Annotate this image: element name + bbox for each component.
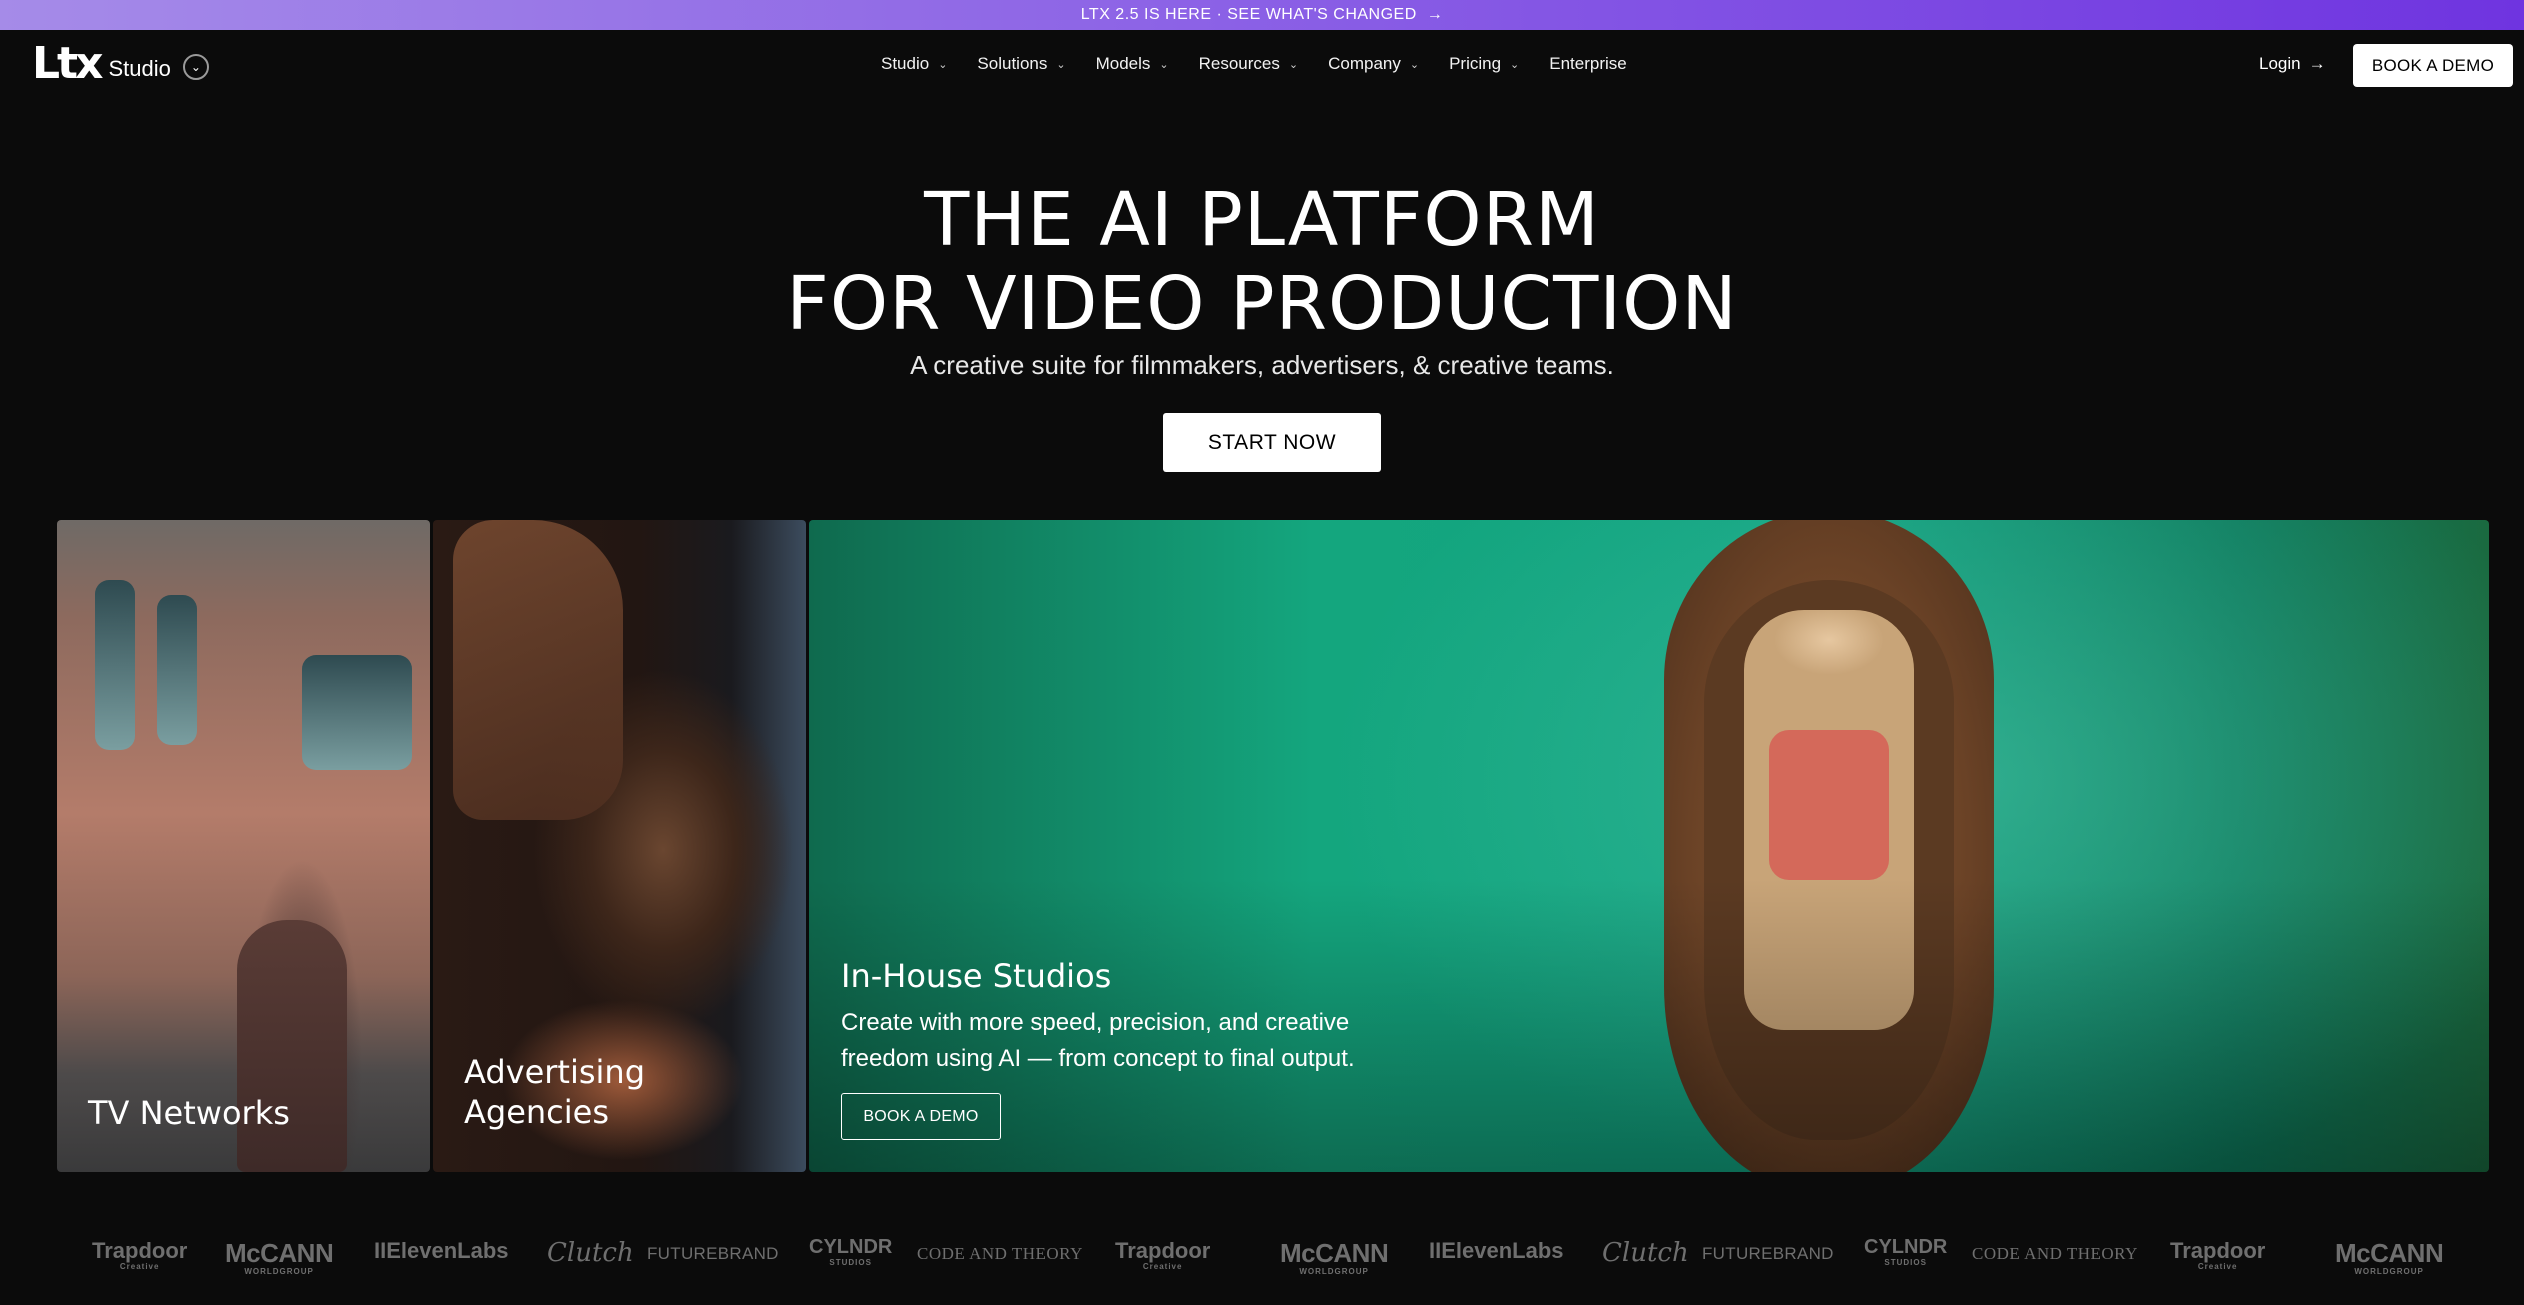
client-logo-name: IIElevenLabs [1429, 1238, 1564, 1263]
in-house-studios-description: Create with more speed, precision, and c… [841, 1009, 1355, 1072]
ad-label-line-2: Agencies [464, 1093, 610, 1131]
arrow-right-icon: → [1426, 6, 1444, 23]
client-logo-iielevenlabs: IIElevenLabs [1429, 1238, 1564, 1264]
announcement-banner[interactable]: LTX 2.5 IS HERE · SEE WHAT'S CHANGED → [0, 0, 2524, 30]
train-window-image [302, 655, 412, 770]
chevron-down-icon: ⌄ [1409, 58, 1420, 71]
client-logo-mccann: McCANN WORLDGROUP [225, 1238, 334, 1276]
menu-item-label: Studio [881, 54, 930, 73]
chevron-down-icon: ⌄ [1510, 58, 1520, 71]
in-house-studios-card[interactable]: In-House Studios Create with more speed,… [809, 520, 2489, 1172]
menu-item-resources[interactable]: Resources ⌄ [1199, 54, 1298, 74]
client-logo-trapdoor: Trapdoor Creative [2170, 1238, 2265, 1271]
hero-subtitle: A creative suite for filmmakers, adverti… [910, 350, 1614, 380]
tv-networks-card[interactable]: TV Networks [57, 520, 430, 1172]
menu-item-label: Models [1095, 54, 1151, 73]
client-logo-name: McCANN [2335, 1238, 2444, 1268]
client-logo-name: Clutch [547, 1238, 634, 1268]
client-logo-name: Trapdoor [92, 1238, 188, 1263]
client-logo-mccann: McCANN WORLDGROUP [2335, 1238, 2444, 1276]
ltx-logo-mark: Ltx [32, 38, 103, 89]
hero-title: THE AI PLATFORM FOR VIDEO PRODUCTION [0, 178, 2524, 346]
chevron-down-icon: ⌄ [938, 58, 948, 71]
book-demo-card-button[interactable]: BOOK A DEMO [841, 1093, 1001, 1140]
client-logo-code-and-theory: CODE AND THEORY [1972, 1244, 2138, 1264]
hero-title-line-1: THE AI PLATFORM [924, 177, 1600, 263]
client-logo-futurebrand: FUTUREBRAND [1702, 1244, 1834, 1264]
book-demo-button[interactable]: BOOK A DEMO [2353, 44, 2513, 87]
client-logo-trapdoor: Trapdoor Creative [1115, 1238, 1210, 1271]
client-logo-name: Trapdoor [2170, 1238, 2266, 1263]
chevron-down-icon: ⌄ [1288, 58, 1299, 71]
studio-label: Studio [108, 56, 171, 81]
tv-networks-label: TV Networks [88, 1094, 290, 1132]
menu-item-pricing[interactable]: Pricing ⌄ [1449, 54, 1519, 74]
client-logo-subtitle: Creative [119, 1262, 160, 1271]
in-house-studios-title: In-House Studios [841, 957, 1112, 995]
client-logo-iielevenlabs: IIElevenLabs [374, 1238, 509, 1264]
client-logo-futurebrand: FUTUREBRAND [647, 1244, 779, 1264]
login-link[interactable]: Login → [2259, 54, 2326, 74]
client-logo-name: Trapdoor [1115, 1238, 1211, 1263]
client-logo-trapdoor: Trapdoor Creative [92, 1238, 187, 1271]
menu-item-company[interactable]: Company ⌄ [1328, 54, 1419, 74]
chevron-down-icon: ⌄ [1056, 58, 1066, 71]
client-logo-name: FUTUREBRAND [647, 1244, 779, 1263]
top-navigation: Ltx Studio ⌄ Studio ⌄ Solutions ⌄ Models… [0, 30, 2524, 100]
train-window-image [95, 580, 135, 750]
ad-label-line-1: Advertising [464, 1053, 646, 1091]
client-logo-name: McCANN [225, 1238, 334, 1268]
advertising-agencies-label: Advertising Agencies [464, 1052, 764, 1132]
advertising-agencies-card[interactable]: Advertising Agencies [433, 520, 806, 1172]
client-logo-name: CODE AND THEORY [917, 1244, 1083, 1263]
client-logo-cylndr: CYLNDR STUDIOS [809, 1237, 892, 1272]
client-logo-strip: Trapdoor Creative McCANN WORLDGROUP IIEleven… [0, 1230, 2524, 1280]
menu-item-enterprise[interactable]: Enterprise [1549, 54, 1626, 74]
menu-item-solutions[interactable]: Solutions ⌄ [977, 54, 1065, 74]
client-logo-subtitle: Creative [1142, 1262, 1183, 1271]
menu-item-studio[interactable]: Studio ⌄ [881, 54, 947, 74]
client-logo-subtitle: WORLDGROUP [1299, 1267, 1369, 1276]
menu-item-label: Enterprise [1549, 54, 1627, 73]
chevron-down-icon[interactable]: ⌄ [182, 54, 209, 80]
train-window-image [157, 595, 197, 745]
start-now-button[interactable]: START NOW [1163, 413, 1381, 472]
client-logo-clutch: Clutch [547, 1238, 634, 1268]
menu-item-label: Company [1328, 54, 1401, 73]
menu-item-label: Solutions [977, 54, 1048, 73]
client-logo-name: FUTUREBRAND [1702, 1244, 1834, 1263]
client-logo-name: McCANN [1280, 1238, 1389, 1268]
hand-over-face-image [453, 520, 623, 820]
client-logo-mccann: McCANN WORLDGROUP [1280, 1238, 1389, 1276]
login-label: Login [2259, 54, 2301, 73]
hero-title-line-2: FOR VIDEO PRODUCTION [786, 261, 1738, 347]
menu-item-models[interactable]: Models ⌄ [1096, 54, 1169, 74]
client-logo-cylndr: CYLNDR STUDIOS [1864, 1237, 1947, 1272]
client-logo-clutch: Clutch [1602, 1238, 1689, 1268]
menu-item-label: Resources [1198, 54, 1280, 73]
chevron-down-icon: ⌄ [1159, 58, 1169, 71]
arrow-right-icon: → [2308, 54, 2326, 73]
ltx-studio-logo[interactable]: Ltx Studio ⌄ [32, 38, 209, 89]
announcement-text: LTX 2.5 IS HERE · SEE WHAT'S CHANGED [1080, 6, 1417, 23]
client-logo-name: IIElevenLabs [374, 1238, 509, 1263]
client-logo-subtitle: WORLDGROUP [244, 1267, 314, 1276]
client-logo-code-and-theory: CODE AND THEORY [917, 1244, 1083, 1264]
client-logo-subtitle: Creative [2197, 1262, 2238, 1271]
client-logo-subtitle: WORLDGROUP [2354, 1267, 2424, 1276]
cloaked-figure-image [237, 920, 347, 1172]
menu-item-label: Pricing [1449, 54, 1502, 73]
client-logo-name: Clutch [1602, 1238, 1689, 1268]
client-logo-name: CODE AND THEORY [1972, 1244, 2138, 1263]
main-menu: Studio ⌄ Solutions ⌄ Models ⌄ Resources … [881, 54, 1627, 74]
